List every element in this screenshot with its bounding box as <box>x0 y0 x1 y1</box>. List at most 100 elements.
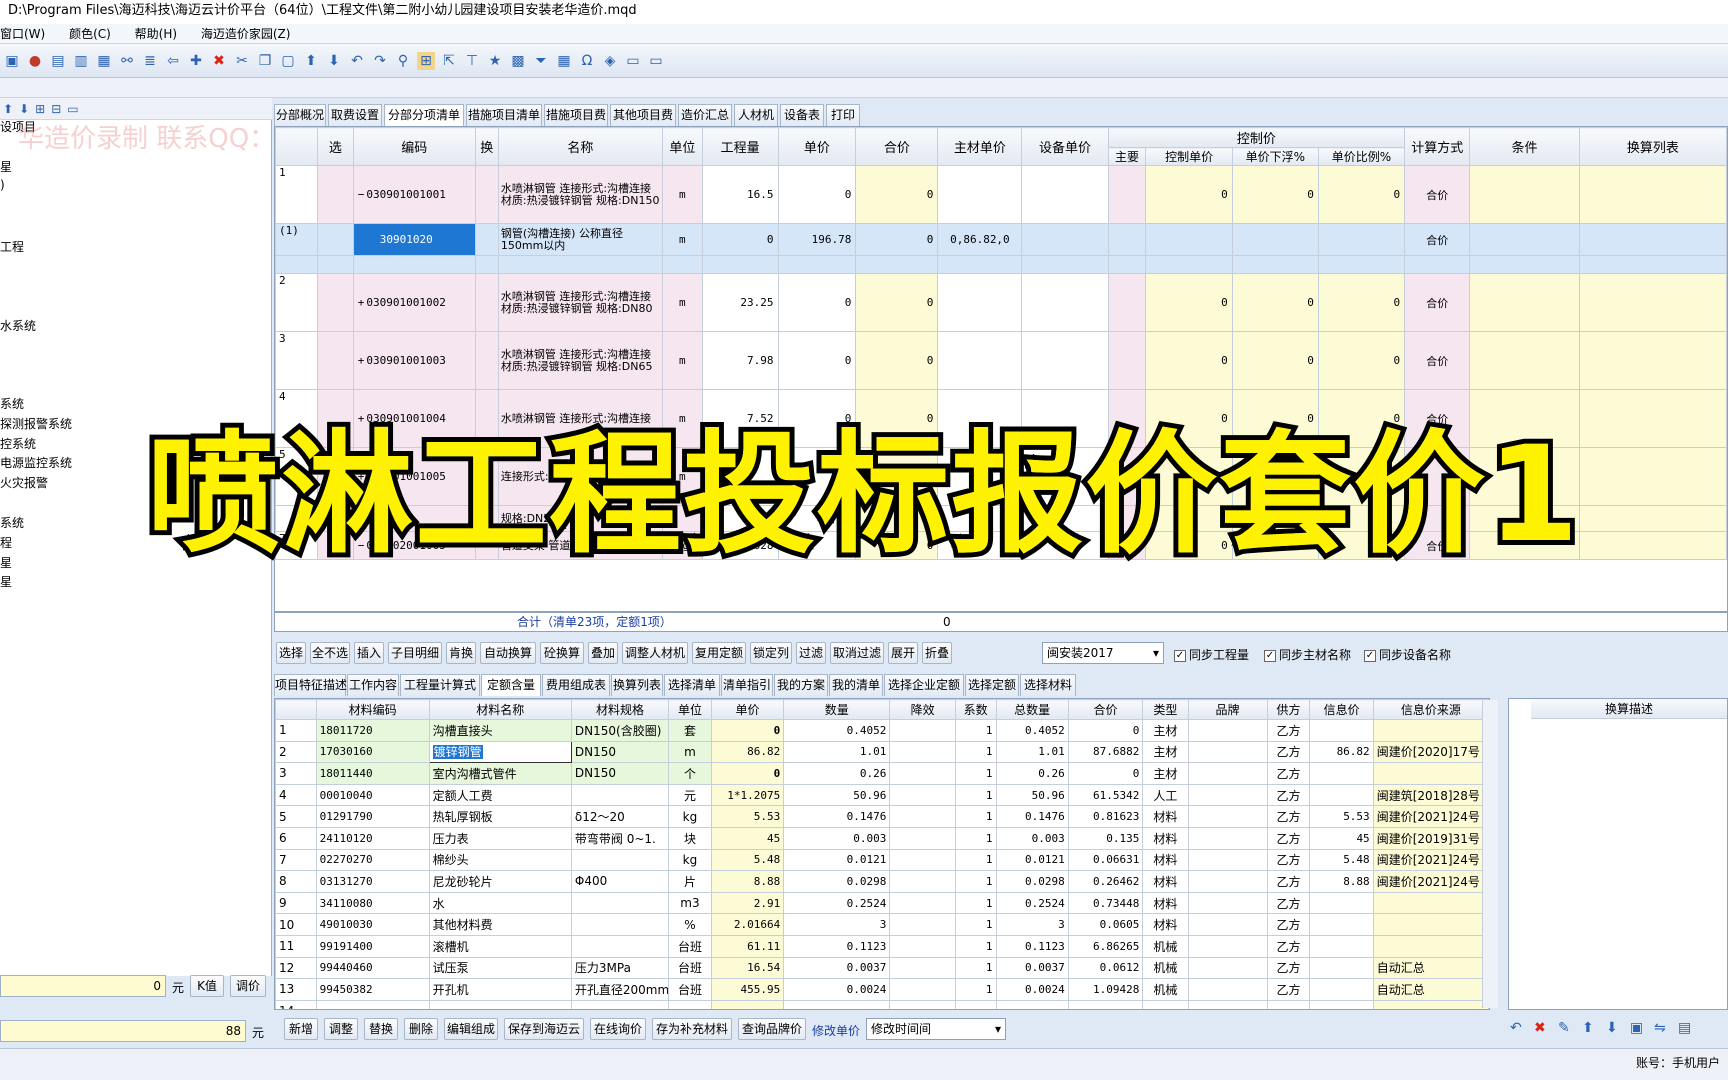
material-cell[interactable]: 材料 <box>1142 805 1189 828</box>
brush-icon[interactable]: ✎ <box>1558 1020 1570 1036</box>
material-cell[interactable]: 1.01 <box>995 740 1069 764</box>
sync-checkbox-0[interactable]: ✓ 同步工程量 <box>1174 646 1249 663</box>
material-cell[interactable]: 1*1.2075 <box>710 783 785 807</box>
swap-cell[interactable] <box>474 447 499 506</box>
row-number[interactable]: 4 <box>275 389 319 448</box>
cond-cell[interactable] <box>1469 447 1580 506</box>
arrow-up-icon[interactable]: ⬆ <box>3 102 13 116</box>
material-cell[interactable]: 0.1476 <box>783 805 891 828</box>
convert-cell[interactable] <box>1578 505 1727 532</box>
total-cell[interactable]: 0 <box>855 531 939 560</box>
convert-cell[interactable] <box>1578 389 1727 448</box>
modify-price-link[interactable]: 修改单价 <box>812 1022 860 1039</box>
material-cell[interactable]: 0.73448 <box>1067 891 1144 915</box>
material-cell[interactable] <box>889 805 956 828</box>
material-cell[interactable]: 0.135 <box>1067 826 1144 850</box>
material-cell[interactable]: 机械 <box>1142 978 1189 1001</box>
material-cell[interactable]: 台班 <box>668 956 712 980</box>
bottom-button-2[interactable]: 替换 <box>364 1018 398 1040</box>
material-cell[interactable]: 0.2524 <box>995 891 1069 915</box>
expand-icon[interactable]: ⊞ <box>35 102 45 116</box>
material-row[interactable]: 3 18011440 室内沟槽式管件 DN150 个 0 0.26 1 0.26 0 主材 乙方 <box>275 762 1489 785</box>
code-cell[interactable]: 30901020 <box>352 223 476 256</box>
material-cell[interactable]: 2.91 <box>710 891 785 915</box>
name-cell[interactable]: 水喷淋钢管 连接形式:沟槽连接 材质:热浸镀锌钢管 规格:DN150 <box>497 165 663 224</box>
material-cell[interactable] <box>1372 999 1489 1009</box>
material-cell[interactable] <box>570 848 670 872</box>
material-cell[interactable]: 开孔直径200mm <box>570 978 670 1001</box>
unit-cell[interactable]: m <box>661 223 703 256</box>
main-flag-cell[interactable] <box>1107 505 1147 532</box>
material-cell[interactable]: 闽建价[2021]24号 <box>1372 870 1489 893</box>
select-cell[interactable] <box>317 331 354 390</box>
swap-cell[interactable] <box>474 389 499 448</box>
replace-icon[interactable]: ⇋ <box>1654 1020 1666 1036</box>
unit-cell[interactable]: m <box>661 389 703 448</box>
down-cell[interactable]: 0 <box>1231 165 1319 224</box>
material-cell[interactable]: 1 <box>954 719 997 742</box>
material-cell[interactable]: 0 <box>1067 719 1144 742</box>
material-cell[interactable]: 8.88 <box>1309 870 1374 893</box>
ctrl-price-cell[interactable]: 0 <box>1145 165 1233 224</box>
bill-row[interactable]: 3 +030901001003 水喷淋钢管 连接形式:沟槽连接 材质:热浸镀锌钢管 … <box>275 331 1727 390</box>
tree-item[interactable]: 程 <box>0 534 12 551</box>
bottom-tab-2[interactable]: 工程量计算式 <box>400 674 480 696</box>
name-cell[interactable]: 管道支架 管道支架制作及安装 <box>497 531 663 560</box>
main-flag-cell[interactable] <box>1107 531 1147 560</box>
material-cell[interactable]: 压力3MPa <box>570 956 670 980</box>
bill-row[interactable]: 4 +030901001004 水喷淋钢管 连接形式:沟槽连接 m 7.52 0 0 0 0 0 合… <box>275 389 1727 448</box>
main-price-cell[interactable] <box>937 447 1023 506</box>
equip-price-cell[interactable] <box>1021 223 1109 256</box>
material-cell[interactable]: 1 <box>954 956 997 980</box>
material-row[interactable]: 13 99450382 开孔机 开孔直径200mm 台班 455.95 0.0024 1 0.0… <box>275 978 1489 1001</box>
material-cell[interactable] <box>1187 934 1268 958</box>
material-cell[interactable] <box>1309 719 1374 742</box>
tab-8[interactable]: 设备表 <box>780 104 824 126</box>
main-price-cell[interactable] <box>937 531 1023 560</box>
select-cell[interactable] <box>317 223 354 256</box>
material-cell[interactable]: 1 <box>954 891 997 915</box>
unit-cell[interactable]: m <box>661 273 703 332</box>
name-cell[interactable]: 连接形式: 规格:DN32 <box>497 447 663 506</box>
copy-icon[interactable]: ❐ <box>256 52 274 70</box>
material-cell[interactable]: 闽建价[2021]24号 <box>1372 848 1489 872</box>
tab-9[interactable]: 打印 <box>826 104 860 126</box>
material-cell[interactable]: 3 <box>995 913 1069 936</box>
material-cell[interactable] <box>1372 891 1489 915</box>
main-price-cell[interactable] <box>937 165 1023 224</box>
material-cell[interactable] <box>889 956 956 980</box>
omega-icon[interactable]: Ω <box>578 52 596 70</box>
quota-library-select[interactable]: 闽安装2017 ▾ <box>1042 642 1164 664</box>
material-cell[interactable]: 人工 <box>1142 783 1189 807</box>
material-cell[interactable] <box>889 762 956 785</box>
material-cell[interactable]: 0.1123 <box>783 934 891 958</box>
material-cell[interactable]: 12 <box>275 956 317 980</box>
material-cell[interactable]: 87.6882 <box>1067 740 1144 764</box>
row-number[interactable]: 7 <box>275 531 319 560</box>
material-cell[interactable]: 0 <box>1067 762 1144 785</box>
material-cell[interactable] <box>570 891 670 915</box>
material-cell[interactable]: 34110080 <box>315 891 430 915</box>
cut-icon[interactable]: ✂ <box>233 52 251 70</box>
material-cell[interactable] <box>428 999 572 1009</box>
back-icon[interactable]: ⇦ <box>164 52 182 70</box>
ratio-cell[interactable]: 0 <box>1317 531 1406 560</box>
material-cell[interactable]: 0.06631 <box>1067 848 1144 872</box>
tab-4[interactable]: 措施项目费 <box>544 104 608 126</box>
main-flag-cell[interactable] <box>1107 223 1147 256</box>
tree-item[interactable]: 星 <box>0 158 12 175</box>
code-cell[interactable]: −030901001001 <box>352 165 476 224</box>
unit-cell[interactable]: m <box>661 447 703 506</box>
bill-row[interactable]: 1 −030901001001 水喷淋钢管 连接形式:沟槽连接 材质:热浸镀锌钢管 … <box>275 165 1727 224</box>
material-cell[interactable] <box>889 740 956 764</box>
main-flag-cell[interactable] <box>1107 165 1147 224</box>
qty-cell[interactable]: 7.98 <box>701 331 779 390</box>
material-cell[interactable]: 片 <box>668 870 712 893</box>
mid-button-13[interactable]: 展开 <box>888 642 918 664</box>
material-cell[interactable]: 乙方 <box>1266 805 1311 828</box>
equip-price-cell[interactable] <box>1021 165 1109 224</box>
bottom-tab-10[interactable]: 选择企业定额 <box>884 674 964 696</box>
down-icon[interactable]: ⬇ <box>1606 1020 1618 1036</box>
material-cell[interactable] <box>1187 826 1268 850</box>
name-cell[interactable]: 水喷淋钢管 连接形式:沟槽连接 材质:热浸镀锌钢管 规格:DN65 <box>497 331 663 390</box>
